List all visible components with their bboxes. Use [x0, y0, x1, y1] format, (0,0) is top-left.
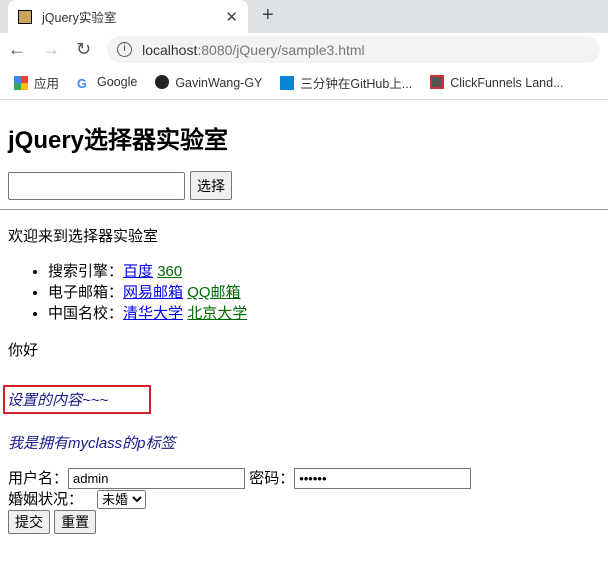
address-bar-row: ← → ↻ i localhost:8080/jQuery/sample3.ht… — [0, 33, 608, 66]
page-content: jQuery选择器实验室 选择 欢迎来到选择器实验室 搜索引擎：百度 360 电… — [0, 120, 608, 534]
info-icon[interactable]: i — [117, 42, 133, 57]
bookmark-apps[interactable]: 应用 — [14, 73, 59, 92]
bookmark-clickfunnels[interactable]: ClickFunnels Land... — [430, 75, 564, 90]
bookmark-zhihu[interactable]: 三分钟在GitHub上... — [280, 73, 412, 92]
url-input[interactable]: i localhost:8080/jQuery/sample3.html — [107, 36, 600, 63]
github-icon — [155, 75, 170, 89]
favicon-icon — [18, 9, 32, 24]
password-label: 密码： — [249, 470, 295, 487]
marital-label: 婚姻状况： — [8, 491, 84, 508]
link-360[interactable]: 360 — [157, 263, 182, 280]
set-content-paragraph: 设置的内容~~~ — [3, 385, 151, 414]
list-item: 中国名校：清华大学 北京大学 — [48, 303, 600, 324]
username-input[interactable] — [68, 468, 246, 489]
submit-button[interactable]: 提交 — [8, 510, 50, 534]
link-pku[interactable]: 北京大学 — [187, 305, 247, 322]
list-item: 搜索引擎：百度 360 — [48, 261, 600, 282]
divider — [0, 209, 608, 210]
new-tab-button[interactable]: + — [262, 4, 274, 27]
link-tsinghua[interactable]: 清华大学 — [123, 305, 183, 322]
url-host: localhost — [142, 41, 198, 58]
myclass-paragraph: 我是拥有myclass的p标签 — [8, 435, 176, 452]
apps-icon — [14, 76, 28, 90]
link-list: 搜索引擎：百度 360 电子邮箱：网易邮箱 QQ邮箱 中国名校：清华大学 北京大… — [8, 261, 600, 324]
reload-icon[interactable]: ↻ — [76, 39, 91, 60]
tab-bar: jQuery实验室 ✕ + — [0, 0, 608, 33]
zhihu-icon — [280, 76, 295, 90]
browser-tab[interactable]: jQuery实验室 ✕ — [8, 0, 248, 33]
bookmarks-bar: 应用 G Google GavinWang-GY 三分钟在GitHub上... C… — [0, 66, 608, 100]
link-163-mail[interactable]: 网易邮箱 — [123, 284, 183, 301]
selector-input[interactable] — [8, 171, 185, 200]
url-path: :8080/jQuery/sample3.html — [197, 41, 365, 58]
bookmark-github[interactable]: GavinWang-GY — [155, 75, 262, 90]
user-form: 用户名： 密码： 婚姻状况： 未婚 提交 重置 — [8, 468, 600, 534]
username-label: 用户名： — [8, 470, 69, 487]
password-input[interactable] — [294, 468, 472, 489]
close-tab-icon[interactable]: ✕ — [225, 8, 238, 26]
list-item: 电子邮箱：网易邮箱 QQ邮箱 — [48, 282, 600, 303]
reset-button[interactable]: 重置 — [54, 510, 97, 534]
clickfunnels-icon — [430, 75, 445, 89]
back-icon[interactable]: ← — [8, 39, 26, 60]
page-title: jQuery选择器实验室 — [8, 127, 229, 154]
hello-text: 你好 — [8, 342, 39, 359]
tab-title: jQuery实验室 — [42, 11, 117, 25]
bookmark-google[interactable]: G Google — [77, 75, 137, 91]
google-icon: G — [77, 76, 87, 91]
marital-select[interactable]: 未婚 — [97, 490, 147, 509]
link-baidu[interactable]: 百度 — [123, 263, 153, 280]
link-qq-mail[interactable]: QQ邮箱 — [187, 284, 240, 301]
welcome-text: 欢迎来到选择器实验室 — [8, 228, 159, 245]
forward-icon[interactable]: → — [42, 39, 60, 60]
select-button[interactable]: 选择 — [190, 171, 232, 200]
